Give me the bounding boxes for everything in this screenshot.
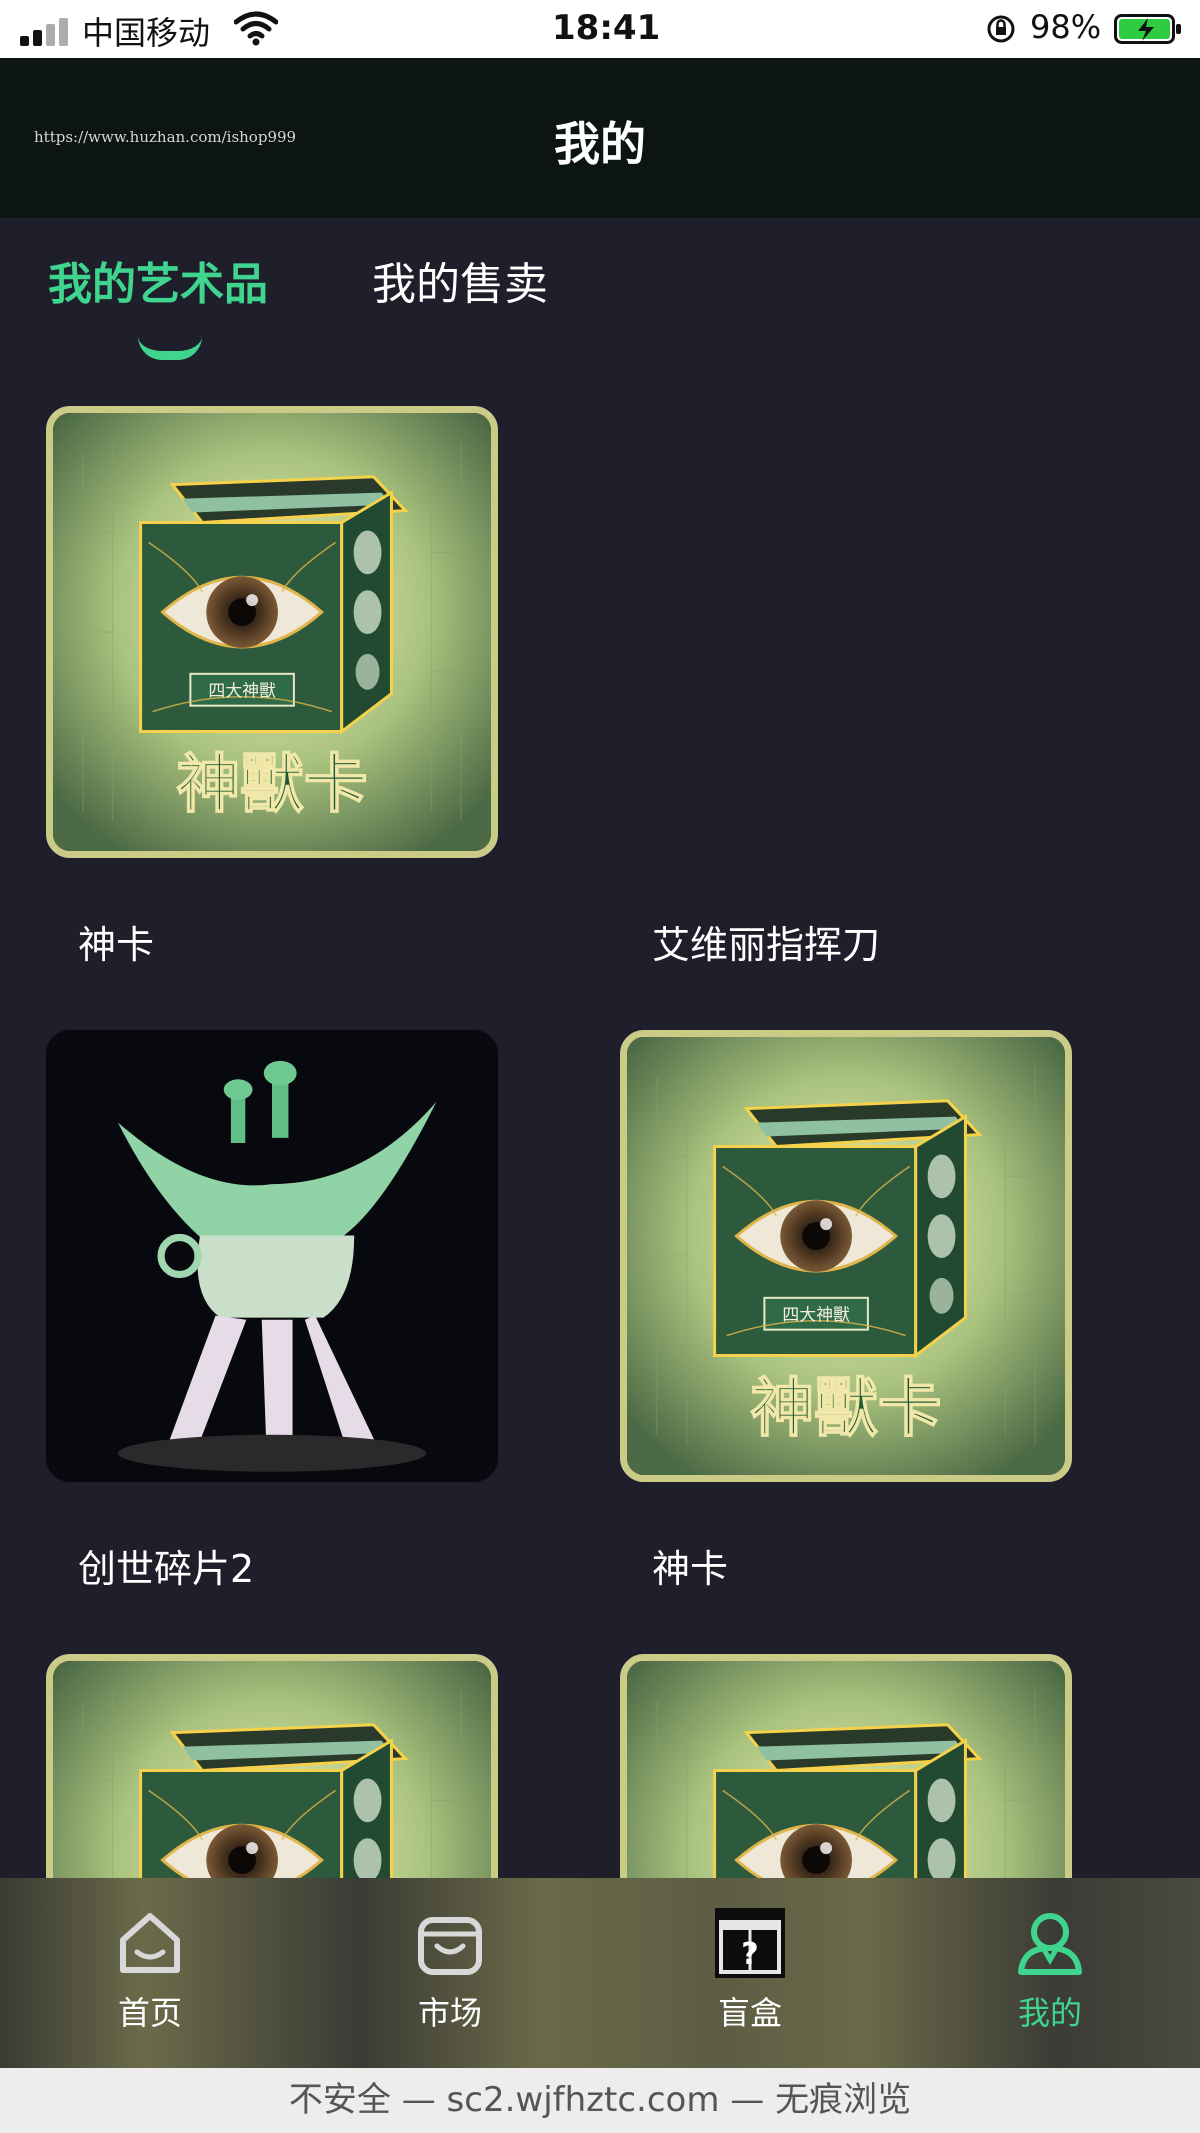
carrier-name: 中国移动: [82, 14, 211, 52]
box-label: 四大神獸: [208, 681, 276, 701]
artwork-image: [46, 1030, 498, 1482]
artwork-image: 四大神獸 神獸卡: [620, 1030, 1072, 1482]
status-bar: 中国移动 18:41 98%: [0, 0, 1200, 58]
battery-charging-icon: [1114, 14, 1181, 44]
nav-market-label: 市场: [417, 1994, 482, 2032]
jade-vessel-image: [46, 1030, 498, 1482]
nav-market[interactable]: 市场: [370, 1878, 530, 2068]
cellular-signal-icon: [20, 18, 70, 46]
nav-blind-box-label: 盲盒: [717, 1994, 782, 2032]
artwork-title: 神卡: [652, 1547, 729, 1591]
home-icon: [120, 1913, 180, 1973]
divine-beast-card-image: 四大神獸 神獸卡: [627, 1037, 1065, 1475]
mystery-box-icon: ?: [715, 1908, 785, 1978]
divine-beast-card-image: 四大神獸 神獸卡: [53, 413, 491, 851]
artwork-title: 创世碎片2: [78, 1547, 255, 1591]
app-header: https://www.huzhan.com/ishop999 我的: [0, 58, 1200, 218]
box-label: 四大神獸: [782, 1305, 850, 1325]
tab-my-sales[interactable]: 我的售卖: [372, 248, 548, 312]
status-time: 18:41: [552, 8, 661, 48]
artwork-title: 艾维丽指挥刀: [652, 923, 881, 967]
rotation-lock-icon: [987, 15, 1015, 43]
page-title: 我的: [554, 117, 646, 171]
card-art-caption: 神獸卡: [176, 747, 367, 822]
shopping-bag-icon: [418, 1917, 482, 1975]
browser-address-bar[interactable]: 不安全 — sc2.wjfhztc.com — 无痕浏览: [0, 2068, 1200, 2133]
nav-mine[interactable]: 我的: [970, 1878, 1130, 2068]
active-tab-indicator: [138, 336, 202, 360]
wifi-icon: [234, 11, 278, 46]
nav-home[interactable]: 首页: [70, 1878, 230, 2068]
bottom-tab-bar: 首页 市场 ? 盲盒 我的: [0, 1878, 1200, 2068]
nav-home-label: 首页: [117, 1994, 182, 2032]
svg-text:?: ?: [741, 1937, 758, 1972]
artwork-title: 神卡: [78, 923, 155, 967]
tab-my-artworks[interactable]: 我的艺术品: [48, 248, 268, 312]
user-icon: [1018, 1913, 1082, 1975]
card-art-caption: 神獸卡: [750, 1371, 941, 1446]
nav-blind-box[interactable]: ? 盲盒: [670, 1878, 830, 2068]
artwork-image: 四大神獸 神獸卡: [46, 406, 498, 858]
nav-mine-label: 我的: [1017, 1994, 1082, 2032]
battery-percent: 98%: [1030, 8, 1102, 46]
